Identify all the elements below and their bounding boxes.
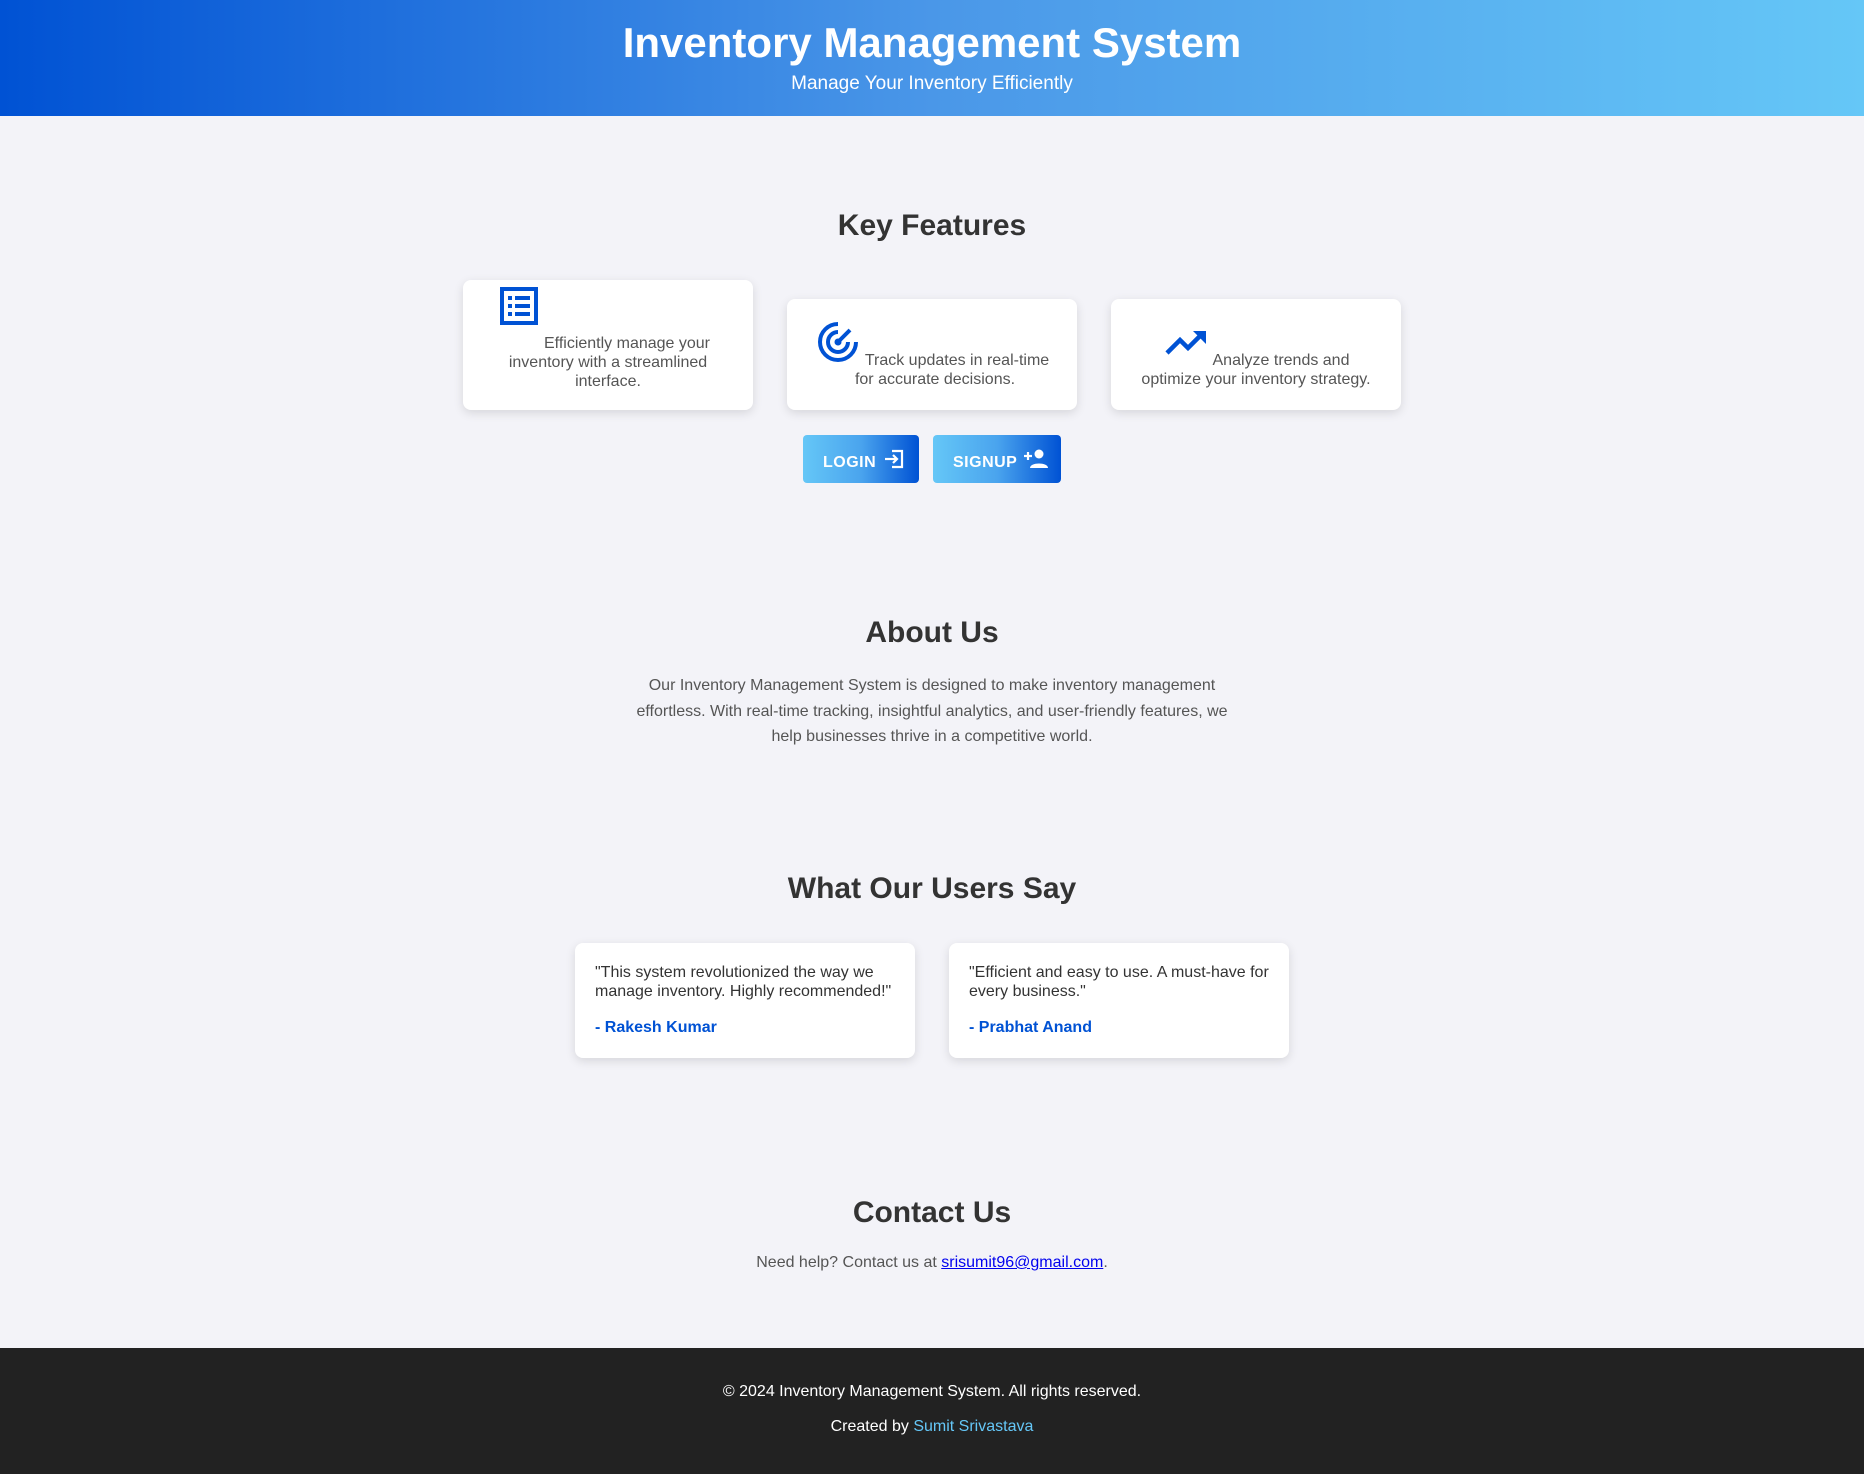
signup-button[interactable]: SIGNUP [933, 435, 1061, 483]
footer-credit-prefix: Created by [830, 1418, 914, 1435]
login-button-label: LOGIN [823, 454, 877, 471]
testimonial-author: - Rakesh Kumar [595, 1019, 717, 1036]
testimonials-title: What Our Users Say [787, 872, 1077, 905]
testimonial-card: "Efficient and easy to use. A must-have … [949, 943, 1289, 1058]
site-footer: © 2024 Inventory Management System. All … [0, 1348, 1864, 1474]
testimonial-quote: "Efficient and easy to use. A must-have … [969, 964, 1269, 1000]
feature-card-track: Track updates in real-time for accurate … [787, 299, 1077, 410]
testimonial-card: "This system revolutionized the way we m… [575, 943, 915, 1058]
footer-copyright: © 2024 Inventory Management System. All … [722, 1383, 1142, 1400]
feature-text-track: Track updates in real-time for accurate … [854, 352, 1050, 388]
list-icon [499, 286, 539, 331]
testimonial-author: - Prabhat Anand [969, 1019, 1092, 1036]
about-text: Our Inventory Management System is desig… [636, 677, 1228, 745]
feature-text-analyze: Analyze trends and optimize your invento… [1141, 352, 1371, 388]
footer-credit: Created by Sumit Srivastava [0, 1418, 1864, 1436]
add-user-icon [1024, 449, 1049, 468]
feature-text-manage: Efficiently manage your inventory with a… [508, 335, 710, 390]
footer-author-link[interactable]: Sumit Srivastava [913, 1418, 1033, 1435]
site-header: Inventory Management System Manage Your … [0, 0, 1864, 116]
feature-card-analyze: Analyze trends and optimize your invento… [1111, 299, 1401, 410]
feature-card-manage: Efficiently manage your inventory with a… [463, 280, 753, 410]
testimonial-quote: "This system revolutionized the way we m… [595, 964, 892, 1000]
site-tagline: Manage Your Inventory Efficiently [791, 73, 1073, 94]
signup-button-label: SIGNUP [953, 454, 1018, 471]
login-icon [885, 449, 904, 469]
contact-title: Contact Us [852, 1196, 1012, 1229]
contact-text: Need help? Contact us at srisumit96@gmai… [0, 1254, 1864, 1272]
contact-prefix: Need help? Contact us at [756, 1254, 942, 1271]
login-button[interactable]: LOGIN [803, 435, 919, 483]
contact-email-link[interactable]: srisumit96@gmail.com [941, 1254, 1103, 1271]
about-title: About Us [865, 616, 999, 649]
site-title: Inventory Management System [622, 19, 1242, 66]
features-title: Key Features [837, 209, 1027, 242]
contact-suffix: . [1103, 1254, 1108, 1271]
